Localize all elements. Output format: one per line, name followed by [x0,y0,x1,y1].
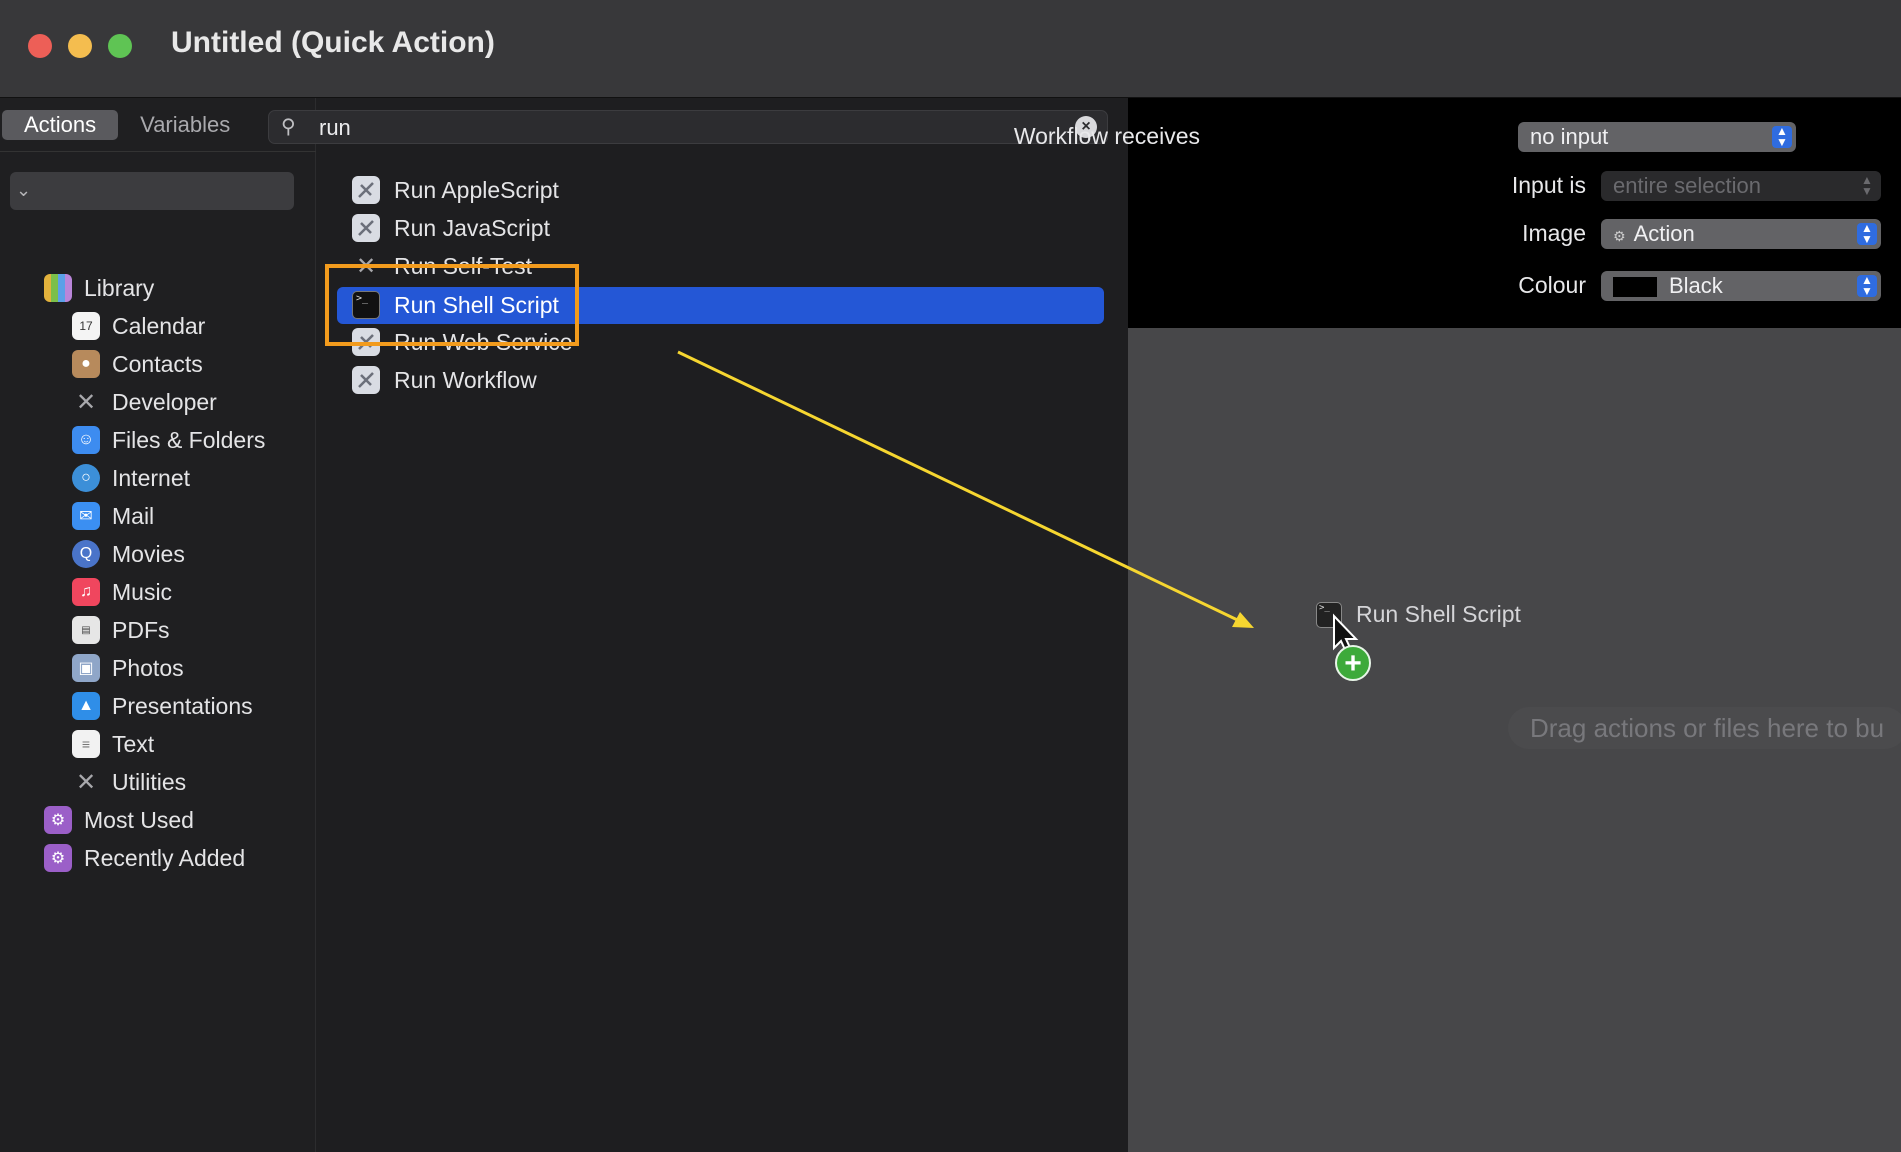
sidebar-item-developer[interactable]: ✕ Developer [72,384,217,420]
smart-folder-icon: ⚙ [44,844,72,872]
colour-label: Colour [1518,272,1586,298]
sidebar-item-photos[interactable]: ▣ Photos [72,650,184,686]
popup-arrows-icon: ▲ ▼ [1772,125,1792,148]
tab-actions[interactable]: Actions [2,110,119,140]
image-popup[interactable]: ⚙ Action ▲ ▼ [1601,219,1881,249]
search-field[interactable]: ⚲ × [268,110,1108,144]
zoom-window-button[interactable] [108,34,132,58]
sidebar-item-presentations[interactable]: ▲ Presentations [72,688,253,724]
globe-icon: ○ [72,464,100,492]
drop-hint: Drag actions or files here to bu [1508,707,1901,749]
library-segmented-control: Actions Variables [2,110,252,140]
sidebar-item-label: Calendar [112,312,206,339]
library-root-label: Library [84,274,155,301]
music-icon: ♫ [72,578,100,606]
input-is-label: Input is [1511,172,1586,198]
sidebar-item-label: Most Used [84,806,194,833]
sidebar-item-mail[interactable]: ✉ Mail [72,498,154,534]
sidebar-item-utilities[interactable]: ✕ Utilities [72,764,186,800]
pdf-icon: ▤ [72,616,100,644]
action-item-label: Run JavaScript [394,214,550,241]
colour-popup[interactable]: Black ▲ ▼ [1601,271,1881,301]
action-item-run-javascript[interactable]: Run JavaScript [352,210,550,246]
script-icon [352,366,380,394]
sidebar-item-label: Files & Folders [112,426,266,453]
library-pane: Actions Variables ⌄ Library 17 Calendar … [0,98,316,1152]
popup-arrows-icon: ▲ ▼ [1857,274,1877,297]
search-icon: ⚲ [281,116,296,138]
sidebar-item-label: Presentations [112,692,253,719]
tab-variables[interactable]: Variables [118,110,252,140]
sidebar-item-label: Internet [112,464,190,491]
popup-arrows-icon: ▲ ▼ [1857,222,1877,245]
sidebar-item-label: Mail [112,502,155,529]
dragged-action-label: Run Shell Script [1356,601,1521,627]
script-icon [352,176,380,204]
sidebar-item-files-folders[interactable]: ☺ Files & Folders [72,422,265,458]
sidebar-item-calendar[interactable]: 17 Calendar [72,308,205,344]
workflow-receives-label: Workflow receives [1013,123,1200,149]
sidebar-item-label: Utilities [112,768,187,795]
sidebar-item-label: Developer [112,388,217,415]
sidebar-item-label: Text [112,730,155,757]
sidebar-item-label: Photos [112,654,184,681]
title-bar: Untitled (Quick Action) [0,0,1901,98]
sidebar-item-movies[interactable]: Q Movies [72,536,185,572]
dragged-action[interactable]: >_ Run Shell Script [1316,601,1521,628]
library-root[interactable]: Library [44,270,154,306]
workflow-receives-value: no input [1530,124,1609,149]
sidebar-item-internet[interactable]: ○ Internet [72,460,190,496]
add-copy-icon: + [1335,645,1371,681]
tools-icon: ✕ [75,388,97,416]
sidebar-item-text[interactable]: ≡ Text [72,726,154,762]
sidebar-item-most-used[interactable]: ⚙ Most Used [44,802,194,838]
close-window-button[interactable] [28,34,52,58]
action-item-label: Run Workflow [394,366,537,393]
chevron-down-icon[interactable]: ⌄ [16,180,31,201]
sidebar-item-contacts[interactable]: ● Contacts [72,346,203,382]
script-icon [352,214,380,242]
sidebar-item-label: Movies [112,540,185,567]
sidebar-item-recently-added[interactable]: ⚙ Recently Added [44,840,245,876]
photos-icon: ▣ [72,654,100,682]
calendar-icon: 17 [72,312,100,340]
mail-icon: ✉ [72,502,100,530]
contacts-icon: ● [72,350,100,378]
terminal-icon: >_ [1316,601,1342,628]
smart-folder-icon: ⚙ [44,806,72,834]
sidebar-item-music[interactable]: ♫ Music [72,574,172,610]
sidebar-item-label: Recently Added [84,844,246,871]
library-row-selected[interactable] [10,172,294,210]
colour-swatch [1613,277,1657,298]
workflow-receives-popup[interactable]: no input ▲ ▼ [1518,122,1796,152]
tools-icon: ✕ [75,768,97,796]
input-is-popup[interactable]: entire selection ▲ ▼ [1601,171,1881,201]
window-title: Untitled (Quick Action) [171,26,495,59]
colour-value: Black [1669,273,1723,298]
keynote-icon: ▲ [72,692,100,720]
input-is-value: entire selection [1613,173,1761,198]
popup-arrows-icon: ▲ ▼ [1861,173,1873,198]
action-item-label: Run AppleScript [394,176,559,203]
sidebar-item-pdfs[interactable]: ▤ PDFs [72,612,170,648]
library-books-icon [44,274,72,302]
sidebar-item-label: Contacts [112,350,203,377]
image-value: Action [1633,221,1695,246]
action-item-run-workflow[interactable]: Run Workflow [352,362,537,398]
image-label: Image [1522,220,1586,246]
quicktime-icon: Q [72,540,100,568]
textedit-icon: ≡ [72,730,100,758]
search-input[interactable] [317,112,1021,144]
sidebar-item-label: PDFs [112,616,170,643]
annotation-highlight-box [325,264,579,346]
action-item-run-applescript[interactable]: Run AppleScript [352,172,559,208]
sidebar-item-label: Music [112,578,173,605]
action-gear-icon: ⚙ [1613,228,1626,244]
minimize-window-button[interactable] [68,34,92,58]
finder-icon: ☺ [72,426,100,454]
